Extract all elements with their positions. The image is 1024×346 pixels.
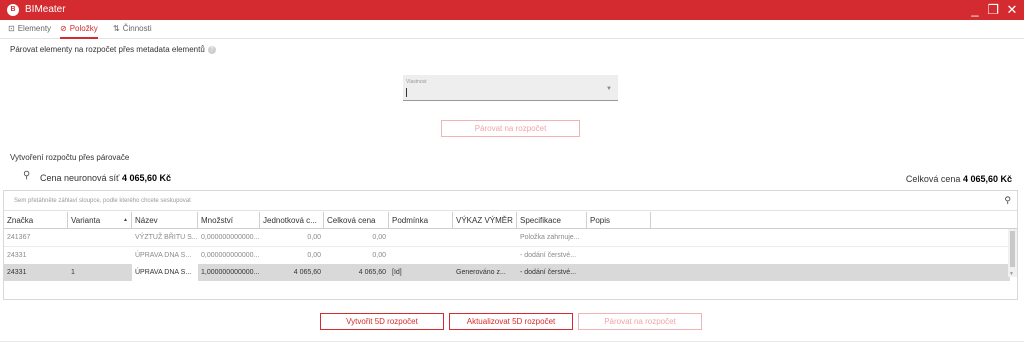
- cell-vykaz-vymer: [453, 229, 517, 246]
- total-price: Celková cena 4 065,60 Kč: [906, 174, 1012, 184]
- create-5d-budget-button[interactable]: Vytvořit 5D rozpočet: [320, 313, 444, 330]
- pair-budget-button-bottom[interactable]: Párovat na rozpočet: [578, 313, 702, 330]
- activities-icon: ⇅: [113, 24, 120, 33]
- cell-specifikace: - dodání čerstvé...: [520, 269, 577, 276]
- cell-celkova-cena: 4 065,60: [358, 269, 386, 276]
- cell-nazev: VÝZTUŽ BŘITU S...: [135, 234, 198, 241]
- cell-podminka: [Id]: [392, 269, 402, 276]
- table-row-selected[interactable]: 24331 1 ÚPRAVA DNA S... 1,000000000000..…: [4, 264, 1010, 281]
- nn-price-value: 4 065,60 Kč: [121, 173, 171, 183]
- table-row[interactable]: 241367 VÝZTUŽ BŘITU S... 0,000000000000.…: [4, 229, 1010, 246]
- cell-vykaz-vymer: [453, 247, 517, 264]
- tab-polozky[interactable]: ⊘ Položky: [60, 23, 98, 39]
- scrollbar-thumb[interactable]: [1010, 231, 1015, 267]
- cell-jednotkova-cena: 4 065,60: [293, 269, 321, 276]
- property-select[interactable]: Vlastnost ▼: [403, 75, 618, 101]
- cell-celkova-cena: 0,00: [372, 234, 386, 241]
- cell-popis: [587, 229, 651, 246]
- cell-znacka: 24331: [7, 269, 27, 276]
- pairing-subtitle: Párovat elementy na rozpočet přes metada…: [10, 45, 216, 54]
- col-header-znacka[interactable]: Značka: [4, 212, 68, 229]
- table-row[interactable]: 24331 ÚPRAVA DNA S... 0,000000000000... …: [4, 247, 1010, 264]
- subtitle-text: Párovat elementy na rozpočet přes metada…: [10, 45, 205, 54]
- tab-bar: ⊡ Elementy ⊘ Položky ⇅ Činnosti: [0, 20, 1024, 39]
- tag-icon: ⊘: [60, 24, 67, 33]
- cell-celkova-cena: 0,00: [372, 252, 386, 259]
- cell-nazev: ÚPRAVA DNA S...: [135, 252, 192, 259]
- elements-icon: ⊡: [8, 24, 15, 33]
- divider: [0, 341, 1024, 342]
- cell-znacka: 241367: [7, 234, 31, 241]
- col-header-jednotkova-cena[interactable]: Jednotková c...: [260, 212, 324, 229]
- chevron-down-icon[interactable]: ▼: [606, 86, 612, 92]
- cell-podminka: [389, 247, 453, 264]
- neural-network-price: Cena neuronová síť 4 065,60 Kč: [40, 173, 171, 183]
- col-header-specifikace[interactable]: Specifikace: [517, 212, 587, 229]
- update-5d-budget-button[interactable]: Aktualizovat 5D rozpočet: [449, 313, 573, 330]
- section-title: Vytvoření rozpočtu přes párovače: [10, 153, 130, 162]
- cell-nazev: ÚPRAVA DNA S...: [132, 264, 198, 281]
- cell-mnozstvi: 0,000000000000...: [201, 234, 260, 241]
- tab-cinnosti[interactable]: ⇅ Činnosti: [113, 23, 152, 39]
- text-cursor: [406, 88, 407, 97]
- cell-varianta: [68, 229, 132, 246]
- sort-asc-icon: ▲: [123, 217, 128, 223]
- cell-specifikace: - dodání čerstvé...: [520, 252, 577, 259]
- cell-podminka: [389, 229, 453, 246]
- col-header-mnozstvi[interactable]: Množství: [198, 212, 260, 229]
- budget-grid: Sem přetáhněte záhlaví sloupce, podle kt…: [3, 190, 1018, 300]
- col-header-celkova-cena[interactable]: Celková cena: [324, 212, 389, 229]
- cell-vykaz-vymer: Generováno z...: [456, 269, 506, 276]
- pair-budget-button-top[interactable]: Párovat na rozpočet: [441, 120, 580, 137]
- group-hint: Sem přetáhněte záhlaví sloupce, podle kt…: [14, 198, 191, 204]
- tab-label: Položky: [69, 24, 98, 33]
- total-price-label: Celková cena: [905, 174, 961, 184]
- close-button[interactable]: ✕: [1004, 2, 1020, 18]
- cell-popis: [587, 264, 651, 281]
- cell-znacka: 24331: [7, 252, 27, 259]
- col-header-varianta[interactable]: Varianta ▲: [68, 212, 132, 229]
- search-icon[interactable]: ⚲: [1004, 195, 1011, 206]
- col-header-vykaz-vymer[interactable]: VÝKAZ VÝMĚR: [453, 212, 517, 229]
- grid-header: Značka Varianta ▲ Název Množství Jednotko…: [4, 212, 1017, 229]
- minimize-button[interactable]: _: [967, 2, 983, 18]
- col-header-podminka[interactable]: Podmínka: [389, 212, 453, 229]
- cell-specifikace: Položka zahrnuje...: [520, 234, 580, 241]
- location-pin-icon: ⚲: [23, 170, 31, 181]
- cell-jednotkova-cena: 0,00: [307, 234, 321, 241]
- cell-varianta: [68, 247, 132, 264]
- tab-label: Elementy: [17, 24, 52, 33]
- help-icon[interactable]: ?: [207, 45, 216, 54]
- app-logo-icon: B: [7, 4, 19, 16]
- cell-varianta: 1: [71, 269, 75, 276]
- cell-jednotkova-cena: 0,00: [307, 252, 321, 259]
- col-header-nazev[interactable]: Název: [132, 212, 198, 229]
- cell-mnozstvi: 1,000000000000...: [201, 269, 260, 276]
- group-panel[interactable]: Sem přetáhněte záhlaví sloupce, podle kt…: [4, 191, 1017, 211]
- cell-popis: [587, 247, 651, 264]
- maximize-button[interactable]: ❐: [985, 2, 1001, 18]
- scroll-down-icon[interactable]: ▼: [1009, 271, 1014, 277]
- vertical-scrollbar[interactable]: ▼: [1008, 229, 1017, 277]
- cell-mnozstvi: 0,000000000000...: [201, 252, 260, 259]
- title-bar: B BIMeater _ ❐ ✕: [0, 0, 1024, 20]
- col-label: Varianta: [71, 216, 101, 225]
- nn-price-label: Cena neuronová síť: [40, 173, 120, 183]
- total-price-value: 4 065,60 Kč: [962, 174, 1012, 184]
- tab-label: Činnosti: [122, 24, 152, 33]
- property-select-label: Vlastnost: [406, 79, 427, 85]
- app-title: BIMeater: [25, 4, 66, 15]
- col-header-popis[interactable]: Popis: [587, 212, 651, 229]
- tab-elementy[interactable]: ⊡ Elementy: [8, 23, 51, 39]
